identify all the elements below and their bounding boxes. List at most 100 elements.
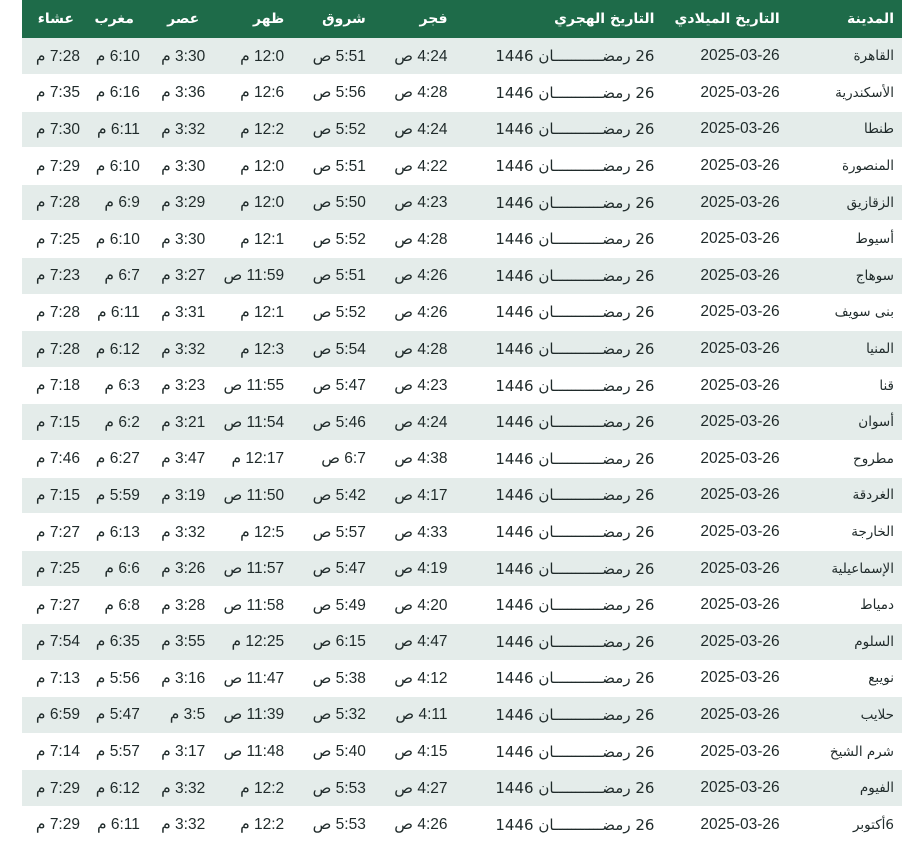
cell-asr: 3:47 م <box>161 450 206 468</box>
cell-gregorian-date: 2025-03-26 <box>700 669 780 687</box>
cell-asr: 3:31 م <box>161 303 206 321</box>
cell-fajr: 4:38 ص <box>394 450 448 468</box>
cell-city: السلوم <box>854 633 894 650</box>
header-maghrib: مغرب <box>94 11 134 27</box>
cell-fajr: 4:28 ص <box>394 340 448 358</box>
cell-city: دمياط <box>860 597 894 614</box>
cell-dhuhr: 11:55 ص <box>223 377 285 395</box>
cell-sunrise: 5:54 ص <box>312 340 366 358</box>
cell-maghrib: 5:56 م <box>95 669 140 687</box>
cell-sunrise: 5:53 ص <box>312 779 366 797</box>
cell-dhuhr: 12:0 م <box>240 47 285 65</box>
cell-hijri-date: 26 رمضـــــــــــان 1446 <box>495 266 655 285</box>
cell-dhuhr: 12:3 م <box>240 340 285 358</box>
cell-dhuhr: 12:0 م <box>240 157 285 175</box>
cell-sunrise: 6:15 ص <box>312 633 366 651</box>
cell-dhuhr: 11:57 ص <box>223 560 285 578</box>
cell-fajr: 4:26 ص <box>394 303 448 321</box>
table-row: السلوم 2025-03-26 26 رمضـــــــــــان 1446… <box>22 623 902 661</box>
cell-city: سوهاج <box>855 267 894 284</box>
cell-maghrib: 6:16 م <box>95 84 140 102</box>
cell-hijri-date: 26 رمضـــــــــــان 1446 <box>495 157 655 176</box>
table-header-row: المدينة التاريخ الميلادي التاريخ الهجري … <box>22 0 902 38</box>
cell-dhuhr: 12:2 م <box>240 816 285 834</box>
cell-asr: 3:28 م <box>161 596 206 614</box>
cell-gregorian-date: 2025-03-26 <box>700 120 780 138</box>
cell-asr: 3:16 م <box>161 669 206 687</box>
cell-isha: 7:54 م <box>35 633 80 651</box>
cell-isha: 7:28 م <box>35 340 80 358</box>
cell-maghrib: 6:7 م <box>104 267 140 285</box>
cell-asr: 3:17 م <box>161 743 206 761</box>
cell-hijri-date: 26 رمضـــــــــــان 1446 <box>495 193 655 212</box>
cell-asr: 3:29 م <box>161 194 206 212</box>
prayer-times-table: المدينة التاريخ الميلادي التاريخ الهجري … <box>22 0 902 844</box>
cell-isha: 6:59 م <box>35 706 80 724</box>
cell-dhuhr: 12:0 م <box>240 194 285 212</box>
header-isha: عشاء <box>37 11 74 27</box>
cell-gregorian-date: 2025-03-26 <box>700 779 780 797</box>
cell-city: شرم الشيخ <box>829 743 894 760</box>
cell-maghrib: 5:57 م <box>95 743 140 761</box>
cell-fajr: 4:23 ص <box>394 194 448 212</box>
table-row: حلايب 2025-03-26 26 رمضـــــــــــان 1446 4… <box>22 696 902 734</box>
cell-sunrise: 5:40 ص <box>312 743 366 761</box>
cell-fajr: 4:33 ص <box>394 523 448 541</box>
cell-asr: 3:30 م <box>161 47 206 65</box>
table-row: بنى سويف 2025-03-26 26 رمضـــــــــــان 14… <box>22 294 902 331</box>
cell-sunrise: 5:52 ص <box>312 120 366 138</box>
cell-hijri-date: 26 رمضـــــــــــان 1446 <box>495 120 655 139</box>
cell-sunrise: 5:51 ص <box>312 157 366 175</box>
cell-maghrib: 6:10 م <box>95 157 140 175</box>
cell-sunrise: 5:32 ص <box>312 706 366 724</box>
cell-asr: 3:30 م <box>161 157 206 175</box>
cell-fajr: 4:27 ص <box>394 779 448 797</box>
cell-gregorian-date: 2025-03-26 <box>700 303 780 321</box>
cell-maghrib: 6:8 م <box>104 596 140 614</box>
cell-maghrib: 6:10 م <box>95 230 140 248</box>
cell-fajr: 4:19 ص <box>394 560 448 578</box>
cell-city: 6أكتوبر <box>852 816 894 833</box>
cell-dhuhr: 12:17 م <box>231 450 285 468</box>
cell-sunrise: 5:38 ص <box>312 669 366 687</box>
cell-isha: 7:29 م <box>35 816 80 834</box>
cell-isha: 7:14 م <box>35 743 80 761</box>
cell-city: أسيوط <box>855 231 894 248</box>
table-row: مطروح 2025-03-26 26 رمضـــــــــــان 1446 4… <box>22 440 902 478</box>
cell-maghrib: 6:11 م <box>96 120 140 138</box>
cell-sunrise: 5:57 ص <box>312 523 366 541</box>
cell-isha: 7:28 م <box>35 47 80 65</box>
cell-gregorian-date: 2025-03-26 <box>700 632 780 650</box>
cell-asr: 3:32 م <box>161 816 206 834</box>
cell-dhuhr: 11:47 ص <box>223 669 285 687</box>
cell-sunrise: 5:46 ص <box>312 413 366 431</box>
cell-city: نويبع <box>868 670 894 687</box>
cell-city: طنطا <box>863 121 894 138</box>
cell-isha: 7:29 م <box>35 157 80 175</box>
cell-city: الخارجة <box>851 524 894 541</box>
cell-maghrib: 6:11 م <box>96 303 140 321</box>
cell-gregorian-date: 2025-03-26 <box>700 742 780 760</box>
cell-hijri-date: 26 رمضـــــــــــان 1446 <box>495 596 655 615</box>
cell-fajr: 4:47 ص <box>394 633 448 651</box>
cell-city: الزقازيق <box>846 194 894 211</box>
table-row: أسيوط 2025-03-26 26 رمضـــــــــــان 1446 4… <box>22 220 902 258</box>
table-row: قنا 2025-03-26 26 رمضـــــــــــان 1446 4:2… <box>22 367 902 404</box>
cell-gregorian-date: 2025-03-26 <box>700 815 780 833</box>
cell-isha: 7:15 م <box>35 413 80 431</box>
cell-fajr: 4:26 ص <box>394 816 448 834</box>
cell-fajr: 4:24 ص <box>394 413 448 431</box>
cell-dhuhr: 12:1 م <box>240 230 285 248</box>
cell-fajr: 4:23 ص <box>394 377 448 395</box>
cell-isha: 7:25 م <box>35 230 80 248</box>
cell-asr: 3:5 م <box>169 706 206 724</box>
cell-dhuhr: 11:54 ص <box>223 413 285 431</box>
cell-isha: 7:18 م <box>35 377 80 395</box>
cell-asr: 3:55 م <box>161 633 206 651</box>
header-city: المدينة <box>847 11 894 27</box>
cell-hijri-date: 26 رمضـــــــــــان 1446 <box>495 669 655 688</box>
table-row: المنيا 2025-03-26 26 رمضـــــــــــان 1446… <box>22 330 902 368</box>
cell-hijri-date: 26 رمضـــــــــــان 1446 <box>495 705 655 724</box>
cell-sunrise: 5:53 ص <box>312 816 366 834</box>
cell-maghrib: 6:10 م <box>95 47 140 65</box>
